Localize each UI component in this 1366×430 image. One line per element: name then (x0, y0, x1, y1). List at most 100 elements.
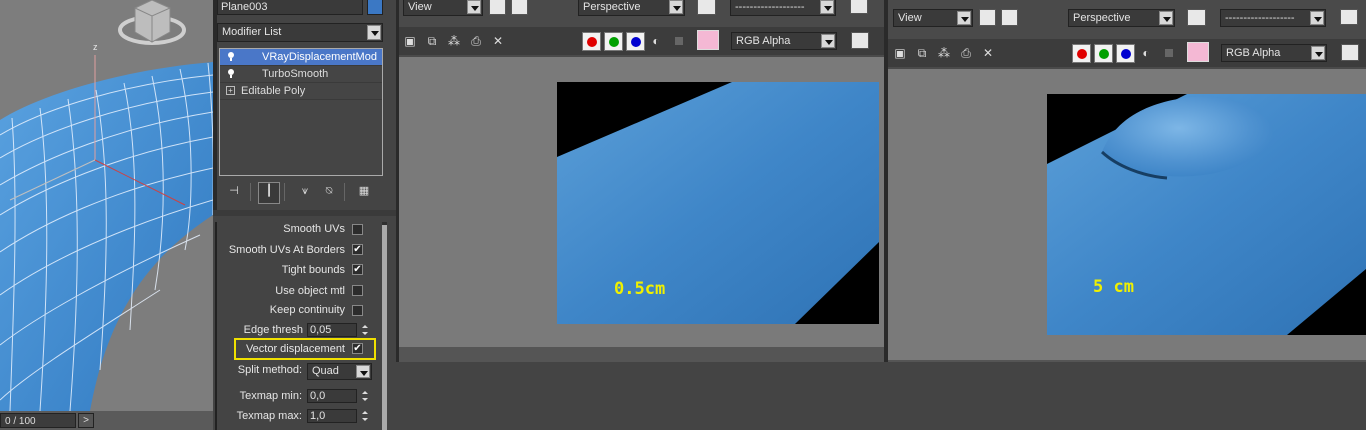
channel-value: RGB Alpha (1226, 47, 1281, 59)
crop-icon[interactable] (511, 0, 528, 15)
mono-icon[interactable] (675, 37, 683, 45)
smooth-uvs-at-borders-label: Smooth UVs At Borders (228, 244, 345, 256)
object-name-field[interactable]: Plane003 (217, 0, 363, 15)
color-swatch[interactable] (1187, 42, 1209, 62)
clone-icon[interactable]: ⁂ (446, 33, 462, 49)
panel-scroll-thumb[interactable] (382, 225, 387, 430)
viewport-value: Perspective (1073, 12, 1131, 24)
copy-icon[interactable]: ⧉ (424, 33, 440, 49)
lock-icon[interactable] (1187, 9, 1206, 26)
render-area-dropdown[interactable]: View (893, 9, 973, 27)
red-channel-button[interactable] (582, 32, 601, 51)
stack-item-turbosmooth[interactable]: TurboSmooth (220, 66, 382, 83)
plus-icon[interactable]: + (226, 86, 235, 95)
alpha-icon[interactable]: ◐ (1139, 45, 1153, 61)
save-icon[interactable]: ▣ (402, 33, 418, 49)
blue-channel-button[interactable] (1116, 44, 1135, 63)
color-swatch[interactable] (697, 30, 719, 50)
copy-icon[interactable]: ⧉ (914, 45, 930, 61)
rollout-edge (215, 222, 217, 430)
preset-value: ------------------- (1225, 12, 1295, 24)
edge-thresh-label: Edge thresh (243, 324, 303, 336)
display-correction-icon[interactable] (851, 32, 869, 49)
remove-modifier-icon[interactable]: ⍉ (321, 183, 337, 199)
split-method-value: Quad (312, 365, 339, 377)
texmap-max-spinner[interactable]: 1,0 (307, 409, 357, 423)
preset-dropdown[interactable]: ------------------- (730, 0, 836, 16)
print-icon[interactable]: ⎙ (468, 33, 484, 49)
render-surface (1047, 94, 1366, 335)
alpha-icon[interactable]: ◐ (649, 33, 663, 49)
spinner-arrows-icon[interactable] (360, 409, 370, 423)
rendered-image-right[interactable]: 5 cm (1047, 94, 1366, 335)
render-region-icon[interactable] (979, 9, 996, 26)
pin-stack-icon[interactable]: ⊣ (226, 183, 242, 199)
divider (284, 183, 285, 201)
lock-icon[interactable] (697, 0, 716, 15)
stack-item-vraydisplacementmod[interactable]: VRayDisplacementMod (220, 49, 382, 66)
clear-icon[interactable]: ✕ (490, 33, 506, 49)
smooth-uvs-label: Smooth UVs (283, 223, 345, 235)
render-icon[interactable] (850, 0, 868, 14)
modifier-list-label: Modifier List (222, 26, 282, 38)
preset-dropdown[interactable]: ------------------- (1220, 9, 1326, 27)
time-slider[interactable]: 0 / 100 (0, 413, 76, 428)
render-area-value: View (408, 1, 432, 13)
smooth-uvs-checkbox[interactable] (352, 224, 363, 235)
chevron-down-icon (1310, 11, 1324, 25)
perspective-viewport[interactable]: z (0, 0, 213, 411)
clone-icon[interactable]: ⁂ (936, 45, 952, 61)
smooth-uvs-at-borders-checkbox[interactable]: ✔ (352, 244, 363, 255)
use-object-mtl-checkbox[interactable] (352, 285, 363, 296)
mono-icon[interactable] (1165, 49, 1173, 57)
divider (344, 183, 345, 201)
save-icon[interactable]: ▣ (892, 45, 908, 61)
red-channel-button[interactable] (1072, 44, 1091, 63)
texmap-max-label: Texmap max: (236, 410, 302, 422)
chevron-down-icon (821, 34, 835, 48)
keep-continuity-checkbox[interactable] (352, 305, 363, 316)
time-next-button[interactable]: > (78, 413, 94, 428)
divider (250, 183, 251, 201)
workspace-background (396, 362, 1366, 430)
stack-item-editable-poly[interactable]: + Editable Poly (220, 83, 382, 100)
texmap-min-spinner[interactable]: 0,0 (307, 389, 357, 403)
render-icon[interactable] (1340, 9, 1358, 25)
blue-channel-button[interactable] (626, 32, 645, 51)
rendered-image-left[interactable]: 0.5cm (557, 82, 879, 324)
render-area-dropdown[interactable]: View (403, 0, 483, 16)
tight-bounds-checkbox[interactable]: ✔ (352, 264, 363, 275)
stack-item-label: Editable Poly (241, 85, 306, 97)
configure-sets-icon[interactable]: ▦ (356, 183, 372, 199)
display-correction-icon[interactable] (1341, 44, 1359, 61)
chevron-down-icon (1311, 46, 1325, 60)
render-region-icon[interactable] (489, 0, 506, 15)
viewport-dropdown[interactable]: Perspective (578, 0, 685, 16)
green-channel-button[interactable] (1094, 44, 1113, 63)
channel-dropdown[interactable]: RGB Alpha (731, 32, 837, 50)
object-color-swatch[interactable] (367, 0, 383, 15)
vector-displacement-checkbox[interactable]: ✔ (352, 343, 363, 354)
render-label-right: 5 cm (1093, 277, 1134, 297)
viewport-dropdown[interactable]: Perspective (1068, 9, 1175, 27)
chevron-down-icon (467, 0, 481, 14)
edge-thresh-spinner[interactable]: 0,05 (307, 323, 357, 337)
channel-value: RGB Alpha (736, 35, 791, 47)
print-icon[interactable]: ⎙ (958, 45, 974, 61)
channel-dropdown[interactable]: RGB Alpha (1221, 44, 1327, 62)
show-end-result-icon[interactable]: ┃ (258, 182, 280, 204)
split-method-dropdown[interactable]: Quad (307, 363, 372, 380)
clear-icon[interactable]: ✕ (980, 45, 996, 61)
spinner-arrows-icon[interactable] (360, 323, 370, 337)
lightbulb-icon[interactable] (227, 51, 235, 61)
make-unique-icon[interactable]: ⩛ (297, 183, 313, 199)
green-channel-button[interactable] (604, 32, 623, 51)
lightbulb-icon[interactable] (227, 68, 235, 78)
modifier-list-dropdown[interactable]: Modifier List (217, 23, 383, 42)
spinner-arrows-icon[interactable] (360, 389, 370, 403)
crop-icon[interactable] (1001, 9, 1018, 26)
render-label-left: 0.5cm (614, 279, 666, 299)
render-area-value: View (898, 12, 922, 24)
chevron-down-icon (356, 365, 370, 378)
modifier-stack[interactable]: VRayDisplacementMod TurboSmooth + Editab… (219, 48, 383, 176)
